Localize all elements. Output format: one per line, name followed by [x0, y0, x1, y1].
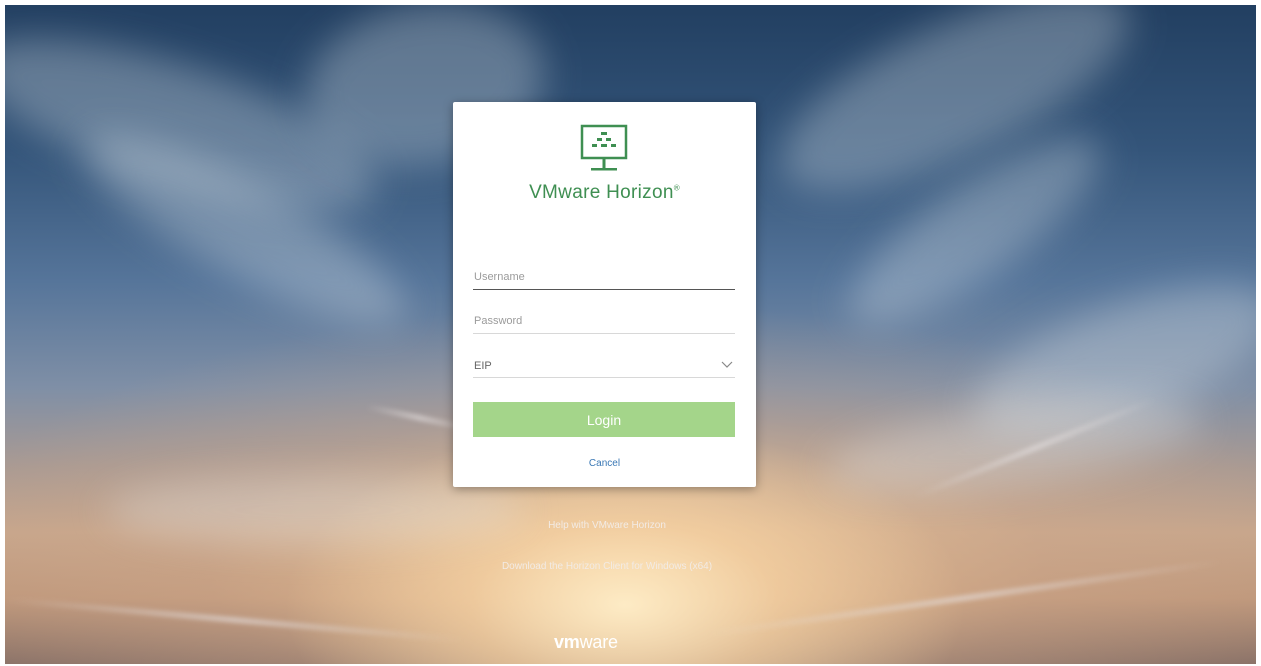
- registered-mark: ®: [673, 183, 680, 193]
- login-button[interactable]: Login: [473, 402, 735, 437]
- cancel-link[interactable]: Cancel: [453, 458, 756, 469]
- vmware-logo-rest: ware: [579, 632, 618, 652]
- vmware-logo: vmware: [554, 632, 654, 652]
- download-client-link[interactable]: Download the Horizon Client for Windows …: [307, 561, 907, 572]
- horizon-monitor-icon: [580, 124, 628, 171]
- chevron-down-icon: [721, 361, 733, 368]
- domain-select-value: EIP: [474, 360, 492, 372]
- password-input[interactable]: [473, 308, 735, 334]
- help-link[interactable]: Help with VMware Horizon: [307, 520, 907, 531]
- product-title: VMware Horizon®: [453, 182, 756, 204]
- login-card: VMware Horizon® EIP Login Cancel: [453, 102, 756, 487]
- username-input[interactable]: [473, 264, 735, 290]
- vmware-logo-bold: vm: [554, 632, 580, 652]
- domain-select[interactable]: EIP: [473, 352, 735, 378]
- contrail-decoration: [5, 596, 465, 644]
- product-name: VMware Horizon: [529, 182, 674, 203]
